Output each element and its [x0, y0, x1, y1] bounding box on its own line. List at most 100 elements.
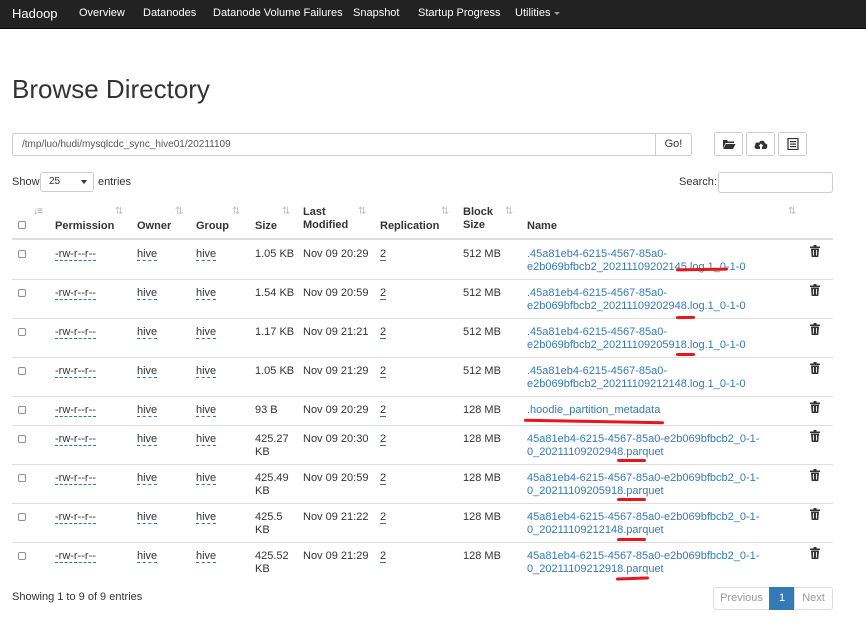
- file-name-link[interactable]: e2b069bfbcb2_20211109212148.log.1_0-1-0: [527, 378, 746, 391]
- sort-icon[interactable]: ⇅: [358, 206, 366, 217]
- file-name-link[interactable]: .45a81eb4-6215-4567-85a0-: [527, 248, 667, 261]
- permission-cell[interactable]: -rw-r--r--: [55, 472, 96, 485]
- column-owner[interactable]: Owner: [137, 220, 171, 233]
- group-link[interactable]: hive: [196, 404, 217, 417]
- owner-link[interactable]: hive: [137, 287, 158, 300]
- replication-link[interactable]: 2: [380, 326, 387, 339]
- row-checkbox[interactable]: [18, 289, 26, 297]
- nav-overview[interactable]: Overview: [79, 0, 125, 27]
- sort-icon[interactable]: ⇅: [175, 206, 183, 217]
- sort-icon[interactable]: ⇅: [505, 206, 513, 217]
- row-checkbox[interactable]: [18, 474, 26, 482]
- brand-link[interactable]: Hadoop: [12, 0, 58, 27]
- file-name-link[interactable]: 0_20211109212148.parquet: [527, 524, 664, 537]
- trash-icon[interactable]: [810, 245, 820, 260]
- nav-snapshot[interactable]: Snapshot: [353, 0, 399, 27]
- owner-cell[interactable]: hive: [137, 550, 158, 563]
- permission-cell[interactable]: -rw-r--r--: [55, 248, 96, 261]
- file-name-link[interactable]: 0_20211109212918.parquet: [527, 563, 664, 576]
- column-permission[interactable]: Permission: [55, 220, 114, 233]
- column-last-modified[interactable]: Last Modified: [303, 206, 363, 232]
- group-link[interactable]: hive: [196, 326, 217, 339]
- select-all-checkbox[interactable]: [18, 221, 26, 229]
- replication-cell[interactable]: 2: [380, 404, 387, 417]
- column-block-size[interactable]: Block Size: [463, 206, 503, 232]
- file-name-link[interactable]: 45a81eb4-6215-4567-85a0-e2b069bfbcb2_0-1…: [527, 472, 759, 485]
- trash-icon[interactable]: [810, 323, 820, 338]
- replication-link[interactable]: 2: [380, 472, 387, 485]
- row-checkbox[interactable]: [18, 250, 26, 258]
- file-name-link[interactable]: .45a81eb4-6215-4567-85a0-: [527, 287, 667, 300]
- replication-link[interactable]: 2: [380, 550, 387, 563]
- sort-icon[interactable]: ⇅: [441, 206, 449, 217]
- file-name-link[interactable]: 45a81eb4-6215-4567-85a0-e2b069bfbcb2_0-1…: [527, 550, 759, 563]
- owner-cell[interactable]: hive: [137, 472, 158, 485]
- owner-link[interactable]: hive: [137, 550, 158, 563]
- group-cell[interactable]: hive: [196, 365, 217, 378]
- column-size[interactable]: Size: [255, 220, 277, 233]
- sort-icon[interactable]: ⇅: [232, 206, 240, 217]
- owner-cell[interactable]: hive: [137, 365, 158, 378]
- permission-cell[interactable]: -rw-r--r--: [55, 511, 96, 524]
- permission-link[interactable]: -rw-r--r--: [55, 511, 96, 524]
- trash-icon[interactable]: [810, 508, 820, 523]
- upload-files-button[interactable]: [746, 132, 775, 156]
- sort-icon[interactable]: ⇅: [115, 206, 123, 217]
- file-name-link[interactable]: 0_20211109202948.parquet: [527, 446, 664, 459]
- file-name-link[interactable]: .hoodie_partition_metadata: [527, 404, 660, 417]
- permission-link[interactable]: -rw-r--r--: [55, 472, 96, 485]
- nav-startup-progress[interactable]: Startup Progress: [418, 0, 501, 27]
- owner-link[interactable]: hive: [137, 511, 158, 524]
- permission-cell[interactable]: -rw-r--r--: [55, 433, 96, 446]
- group-link[interactable]: hive: [196, 248, 217, 261]
- permission-link[interactable]: -rw-r--r--: [55, 550, 96, 563]
- group-link[interactable]: hive: [196, 550, 217, 563]
- sort-icon[interactable]: ⇅: [282, 206, 290, 217]
- owner-link[interactable]: hive: [137, 433, 158, 446]
- replication-link[interactable]: 2: [380, 511, 387, 524]
- file-name-link[interactable]: .45a81eb4-6215-4567-85a0-: [527, 365, 667, 378]
- permission-cell[interactable]: -rw-r--r--: [55, 550, 96, 563]
- group-cell[interactable]: hive: [196, 433, 217, 446]
- go-button[interactable]: Go!: [655, 133, 692, 156]
- file-name-link[interactable]: e2b069bfbcb2_20211109202948.log.1_0-1-0: [527, 300, 746, 313]
- row-checkbox[interactable]: [18, 367, 26, 375]
- search-input[interactable]: [718, 172, 833, 193]
- replication-cell[interactable]: 2: [380, 326, 387, 339]
- replication-link[interactable]: 2: [380, 404, 387, 417]
- sort-icon[interactable]: ⇅: [788, 206, 796, 217]
- group-cell[interactable]: hive: [196, 248, 217, 261]
- trash-icon[interactable]: [810, 430, 820, 445]
- group-cell[interactable]: hive: [196, 404, 217, 417]
- pagination-page-1[interactable]: 1: [769, 587, 795, 610]
- replication-cell[interactable]: 2: [380, 287, 387, 300]
- page-size-select[interactable]: 25: [40, 172, 94, 192]
- owner-cell[interactable]: hive: [137, 326, 158, 339]
- sort-asc-icon[interactable]: ↓≡: [33, 206, 43, 217]
- file-name-link[interactable]: e2b069bfbcb2_20211109205918.log.1_0-1-0: [527, 339, 746, 352]
- nav-datanodes[interactable]: Datanodes: [143, 0, 196, 27]
- replication-cell[interactable]: 2: [380, 433, 387, 446]
- permission-cell[interactable]: -rw-r--r--: [55, 404, 96, 417]
- replication-link[interactable]: 2: [380, 433, 387, 446]
- replication-cell[interactable]: 2: [380, 511, 387, 524]
- group-link[interactable]: hive: [196, 287, 217, 300]
- replication-cell[interactable]: 2: [380, 365, 387, 378]
- group-link[interactable]: hive: [196, 433, 217, 446]
- pagination-previous[interactable]: Previous: [713, 587, 770, 610]
- permission-link[interactable]: -rw-r--r--: [55, 326, 96, 339]
- permission-cell[interactable]: -rw-r--r--: [55, 365, 96, 378]
- group-cell[interactable]: hive: [196, 472, 217, 485]
- permission-link[interactable]: -rw-r--r--: [55, 248, 96, 261]
- nav-datanode-volume-failures[interactable]: Datanode Volume Failures: [213, 0, 343, 27]
- permission-link[interactable]: -rw-r--r--: [55, 404, 96, 417]
- owner-cell[interactable]: hive: [137, 433, 158, 446]
- row-checkbox[interactable]: [18, 513, 26, 521]
- owner-link[interactable]: hive: [137, 248, 158, 261]
- trash-icon[interactable]: [810, 547, 820, 562]
- replication-cell[interactable]: 2: [380, 248, 387, 261]
- owner-cell[interactable]: hive: [137, 404, 158, 417]
- file-name-link[interactable]: 45a81eb4-6215-4567-85a0-e2b069bfbcb2_0-1…: [527, 433, 759, 446]
- group-cell[interactable]: hive: [196, 287, 217, 300]
- pagination-next[interactable]: Next: [794, 587, 833, 610]
